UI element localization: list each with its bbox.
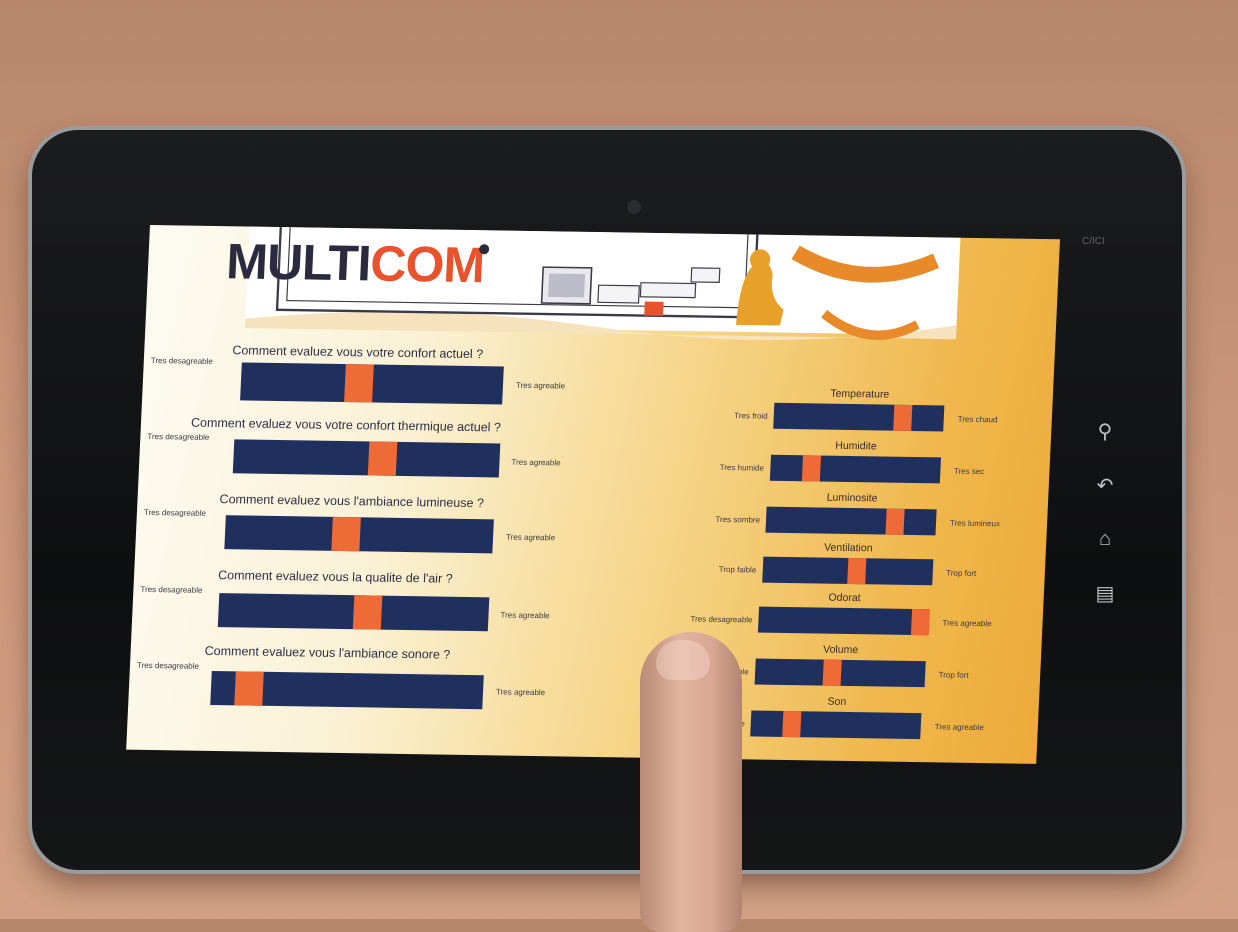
- back-icon[interactable]: ↶: [1090, 472, 1120, 498]
- sensation-right-label: Tres agreable: [942, 618, 992, 629]
- comfort-slider-track[interactable]: [232, 439, 501, 478]
- sensation-slider-track[interactable]: [773, 402, 945, 432]
- question-text: Comment evaluez vous votre confort therm…: [190, 415, 502, 435]
- sensation-title: Ventilation: [823, 541, 873, 555]
- comfort-slider-track[interactable]: [240, 362, 504, 405]
- comfort-slider-track[interactable]: [210, 670, 484, 710]
- front-camera: [627, 200, 641, 214]
- slider-left-label: Tres desagreable: [147, 431, 210, 442]
- sensation-right-label: Tres sec: [953, 466, 985, 477]
- sensation-left-label: Tres sombre: [715, 514, 761, 525]
- logo-main: MULTI: [225, 233, 372, 292]
- slider-left-label: Tres desagreable: [136, 660, 200, 671]
- sensation-right-label: Tres agreable: [934, 722, 985, 733]
- sensation-title: Humidite: [834, 439, 877, 453]
- sensation-slider-track[interactable]: [754, 658, 926, 688]
- comfort-slider-track[interactable]: [217, 593, 490, 632]
- slider-left-label: Tres desagreable: [143, 507, 207, 518]
- comfort-slider-thumb[interactable]: [344, 364, 374, 403]
- slider-right-label: Tres agreable: [511, 457, 561, 468]
- sensation-left-label: Tres desagreable: [690, 614, 753, 625]
- sensation-slider-track[interactable]: [765, 506, 937, 536]
- slider-right-label: Tres agreable: [495, 687, 546, 698]
- sensation-title: Son: [827, 695, 847, 708]
- sensation-left-label: Tres humide: [719, 462, 765, 473]
- multicom-logo: MULTICOM: [225, 232, 485, 294]
- sensation-slider-thumb[interactable]: [801, 455, 821, 482]
- sensation-title: Volume: [822, 643, 859, 657]
- app-screen: MULTICOM Comment evaluez vous votre conf…: [126, 225, 1060, 764]
- comfort-slider-thumb[interactable]: [367, 441, 398, 476]
- device-label: C/ICI: [1082, 236, 1105, 247]
- sensation-right-label: Trop fort: [946, 568, 977, 578]
- sensation-slider-thumb[interactable]: [822, 659, 842, 686]
- sensation-left-label: Trop faible: [718, 564, 757, 575]
- slider-right-label: Tres agreable: [505, 532, 556, 543]
- sensation-left-label: Tres froid: [734, 411, 768, 421]
- question-text: Comment evaluez vous la qualite de l'air…: [217, 568, 453, 586]
- finger-nail: [656, 640, 710, 680]
- sensation-slider-thumb[interactable]: [893, 404, 913, 431]
- question-text: Comment evaluez vous l'ambiance lumineus…: [219, 492, 485, 511]
- sensation-title: Odorat: [828, 591, 861, 605]
- sensation-title: Temperature: [830, 387, 890, 401]
- slider-left-label: Tres desagreable: [140, 584, 203, 595]
- comfort-slider-thumb[interactable]: [331, 516, 361, 552]
- slider-left-label: Tres desagreable: [150, 356, 214, 366]
- sensation-slider-track[interactable]: [761, 556, 933, 586]
- menu-icon[interactable]: ▤: [1090, 580, 1120, 606]
- question-text: Comment evaluez vous votre confort actue…: [232, 343, 484, 362]
- slider-right-label: Tres agreable: [500, 610, 550, 621]
- home-icon[interactable]: ⌂: [1090, 526, 1120, 552]
- sensation-slider-track[interactable]: [750, 710, 922, 740]
- sensation-slider-thumb[interactable]: [910, 608, 931, 636]
- sensation-right-label: Tres lumineux: [949, 518, 1001, 529]
- sensation-right-label: Trop fort: [938, 670, 969, 680]
- comfort-slider-track[interactable]: [224, 515, 494, 554]
- search-icon[interactable]: ⚲: [1090, 418, 1120, 444]
- question-text: Comment evaluez vous l'ambiance sonore ?: [204, 643, 451, 662]
- sensation-slider-thumb[interactable]: [846, 557, 866, 585]
- slider-right-label: Tres agreable: [515, 380, 566, 391]
- comfort-slider-thumb[interactable]: [352, 595, 383, 630]
- comfort-slider-thumb[interactable]: [234, 671, 264, 706]
- sensation-slider-thumb[interactable]: [885, 508, 905, 535]
- sensation-title: Luminosite: [826, 491, 878, 505]
- logo-accent: COM: [369, 235, 486, 294]
- sensation-slider-track[interactable]: [769, 454, 941, 484]
- sensation-slider-track[interactable]: [757, 606, 931, 636]
- sensation-right-label: Tres chaud: [957, 414, 998, 425]
- sensation-slider-thumb[interactable]: [782, 710, 802, 738]
